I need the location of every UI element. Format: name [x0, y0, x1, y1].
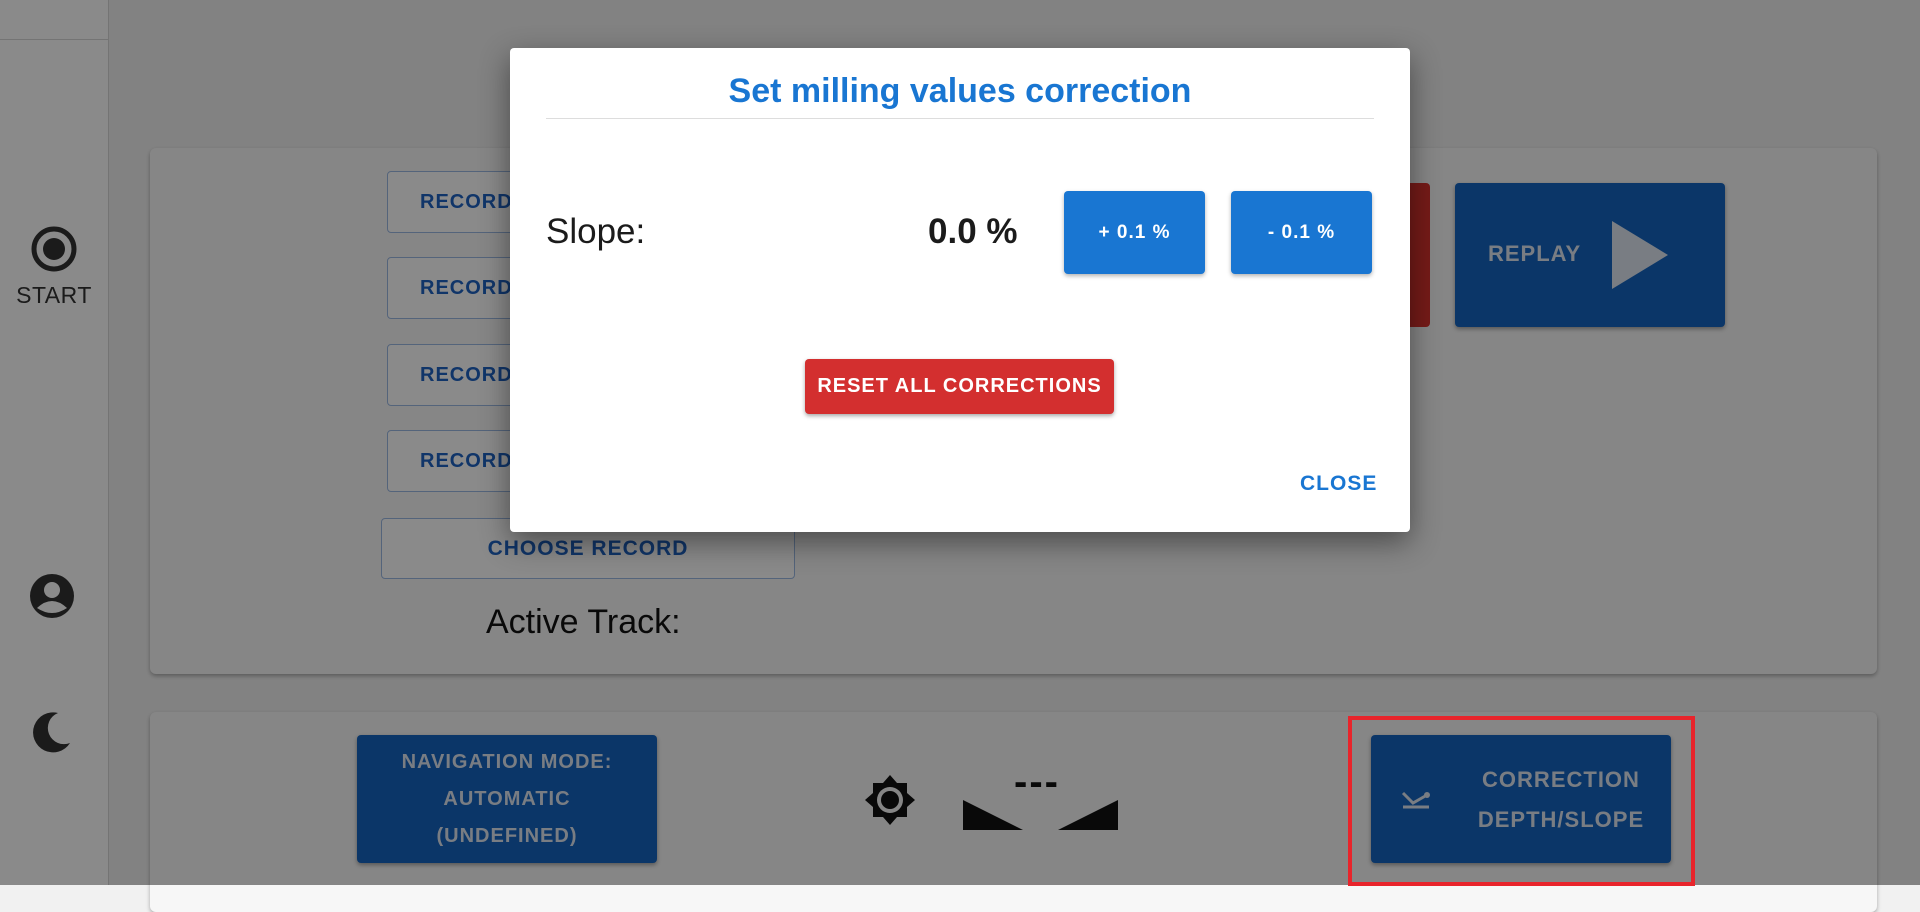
slope-label: Slope:	[546, 212, 646, 251]
dialog-title: Set milling values correction	[728, 72, 1192, 110]
correction-dialog: Set milling values correction Slope: 0.0…	[510, 48, 1410, 532]
decrease-slope-button[interactable]: - 0.1 %	[1231, 191, 1372, 274]
highlight-box	[1348, 716, 1695, 886]
increase-slope-button[interactable]: + 0.1 %	[1064, 191, 1205, 274]
slope-value: 0.0 %	[928, 212, 1018, 251]
close-button[interactable]: CLOSE	[1300, 472, 1377, 496]
reset-all-corrections-button[interactable]: RESET ALL CORRECTIONS	[805, 359, 1114, 414]
dialog-divider	[546, 118, 1374, 119]
